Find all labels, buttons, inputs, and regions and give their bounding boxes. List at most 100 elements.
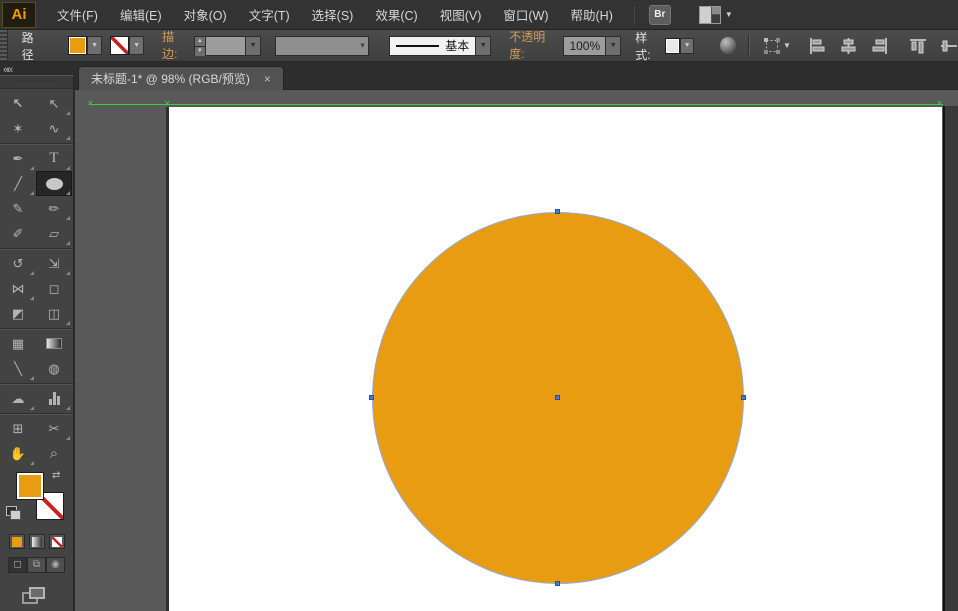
line-segment-tool[interactable]: ╱ — [0, 171, 36, 196]
chevron-down-icon: ▼ — [359, 42, 366, 49]
none-button[interactable] — [49, 534, 65, 549]
anchor-bottom[interactable] — [555, 581, 560, 586]
mesh-tool[interactable]: ▦ — [0, 331, 36, 356]
fill-color-dropdown[interactable]: ▼ — [87, 36, 102, 55]
opacity-dropdown[interactable]: ▼ — [606, 36, 621, 56]
menu-type[interactable]: 文字(T) — [238, 0, 301, 30]
control-bar-separator — [748, 35, 749, 57]
shape-builder-tool[interactable]: ◩ — [0, 301, 36, 326]
canvas-area[interactable]: ✕ ✕ ✕ — [75, 90, 958, 611]
opacity-panel-link[interactable]: 不透明度: — [509, 28, 557, 63]
direct-selection-tool[interactable]: ↖ — [36, 91, 72, 116]
stroke-color-swatch[interactable] — [110, 36, 129, 55]
align-right-icon[interactable] — [871, 38, 888, 54]
bridge-icon[interactable]: Br — [649, 5, 671, 25]
pencil-tool[interactable]: ✏ — [36, 196, 72, 221]
none-slash-icon — [111, 37, 128, 54]
menu-window[interactable]: 窗口(W) — [492, 0, 559, 30]
menu-select[interactable]: 选择(S) — [301, 0, 365, 30]
flyout-triangle-icon — [30, 191, 34, 195]
document-setup-icon[interactable] — [720, 37, 736, 54]
illustrator-window: Ai 文件(F) 编辑(E) 对象(O) 文字(T) 选择(S) 效果(C) 视… — [0, 0, 958, 611]
eyedropper-tool[interactable]: ╲ — [0, 356, 36, 381]
tool-group-separator — [0, 413, 73, 414]
tool-group-separator — [0, 383, 73, 384]
workspace-switcher[interactable]: ▼ — [699, 6, 733, 24]
zoom-tool[interactable]: ⌕ — [36, 441, 72, 466]
stroke-weight-dropdown[interactable]: ▼ — [246, 36, 261, 56]
menu-file[interactable]: 文件(F) — [46, 0, 109, 30]
align-vertical-center-icon[interactable] — [941, 38, 958, 54]
eraser-tool[interactable]: ▱ — [36, 221, 72, 246]
brush-definition-caret[interactable]: ▼ — [476, 36, 491, 56]
menu-help[interactable]: 帮助(H) — [560, 0, 624, 30]
tool-group-separator — [0, 248, 73, 249]
tools-panel-grip[interactable]: ·········· — [0, 76, 73, 89]
horizontal-guide[interactable]: ✕ ✕ ✕ — [90, 104, 943, 105]
menu-object[interactable]: 对象(O) — [173, 0, 238, 30]
selection-tool[interactable]: ↖ — [0, 91, 36, 116]
control-bar-grip[interactable] — [0, 30, 8, 61]
stepper-up-icon[interactable]: ▲ — [195, 37, 205, 46]
gradient-button[interactable] — [29, 534, 45, 549]
lasso-tool[interactable]: ∿ — [36, 116, 72, 141]
style-dropdown[interactable]: ▼ — [680, 38, 694, 54]
pen-tool[interactable]: ✒ — [0, 146, 36, 171]
type-tool[interactable]: T — [36, 146, 72, 171]
width-profile-dropdown[interactable]: ▼ — [275, 36, 369, 56]
change-screen-mode-button[interactable] — [22, 587, 46, 605]
brush-definition-dropdown[interactable]: 基本 — [389, 36, 476, 56]
menu-effect[interactable]: 效果(C) — [364, 0, 428, 30]
slice-tool[interactable]: ✂ — [36, 416, 72, 441]
anchor-right[interactable] — [741, 395, 746, 400]
symbol-sprayer-tool[interactable]: ☁ — [0, 386, 36, 411]
panel-dock-edge[interactable] — [943, 106, 958, 611]
draw-normal-button[interactable]: ◻ — [8, 557, 27, 573]
transform-options-button[interactable]: ▼ — [763, 37, 791, 55]
scale-tool[interactable]: ⇲ — [36, 251, 72, 276]
draw-inside-button[interactable]: ◉ — [46, 557, 65, 573]
ellipse-tool[interactable] — [36, 171, 72, 196]
gradient-tool[interactable] — [36, 331, 72, 356]
stroke-weight-input[interactable] — [206, 36, 246, 56]
draw-behind-button[interactable]: ⧉ — [27, 557, 46, 573]
stroke-color-dropdown[interactable]: ▼ — [129, 36, 144, 55]
anchor-left[interactable] — [369, 395, 374, 400]
opacity-input[interactable]: 100% — [563, 36, 606, 56]
stepper-down-icon[interactable]: ▼ — [195, 46, 205, 56]
menu-edit[interactable]: 编辑(E) — [109, 0, 173, 30]
blob-brush-tool[interactable]: ✐ — [0, 221, 36, 246]
align-top-icon[interactable] — [910, 38, 927, 54]
perspective-grid-tool[interactable]: ◫ — [36, 301, 72, 326]
default-fill-stroke-icon[interactable] — [6, 506, 17, 516]
fill-color-control: ▼ — [68, 36, 102, 55]
rotate-tool[interactable]: ↺ — [0, 251, 36, 276]
width-tool[interactable]: ⋈ — [0, 276, 36, 301]
style-swatch[interactable] — [665, 38, 680, 54]
align-horizontal-center-icon[interactable] — [840, 38, 857, 54]
column-graph-tool[interactable] — [36, 386, 72, 411]
magic-wand-tool[interactable]: ✶ — [0, 116, 36, 141]
color-button[interactable] — [9, 534, 25, 549]
transform-bbox-icon — [763, 37, 781, 55]
flyout-triangle-icon — [30, 376, 34, 380]
artboard-tool[interactable]: ⊞ — [0, 416, 36, 441]
close-icon[interactable]: × — [264, 72, 271, 86]
stroke-panel-link[interactable]: 描边: — [162, 28, 188, 63]
hand-tool[interactable]: ✋ — [0, 441, 36, 466]
anchor-center[interactable] — [555, 395, 560, 400]
menu-view[interactable]: 视图(V) — [429, 0, 493, 30]
free-transform-tool[interactable]: ◻ — [36, 276, 72, 301]
swap-fill-stroke-icon[interactable]: ⇄ — [52, 470, 60, 481]
align-left-icon[interactable] — [809, 38, 826, 54]
blend-tool[interactable]: ◍ — [36, 356, 72, 381]
stroke-preview-line — [396, 45, 439, 47]
document-tab[interactable]: 未标题-1* @ 98% (RGB/预览) × — [78, 66, 284, 90]
fill-proxy-swatch[interactable] — [16, 472, 44, 500]
paintbrush-tool[interactable]: ✎ — [0, 196, 36, 221]
fill-color-swatch[interactable] — [68, 36, 87, 55]
tool-group-separator — [0, 328, 73, 329]
anchor-top[interactable] — [555, 209, 560, 214]
color-swatch-icon — [12, 537, 22, 547]
stroke-weight-stepper[interactable]: ▲ ▼ — [194, 36, 206, 56]
